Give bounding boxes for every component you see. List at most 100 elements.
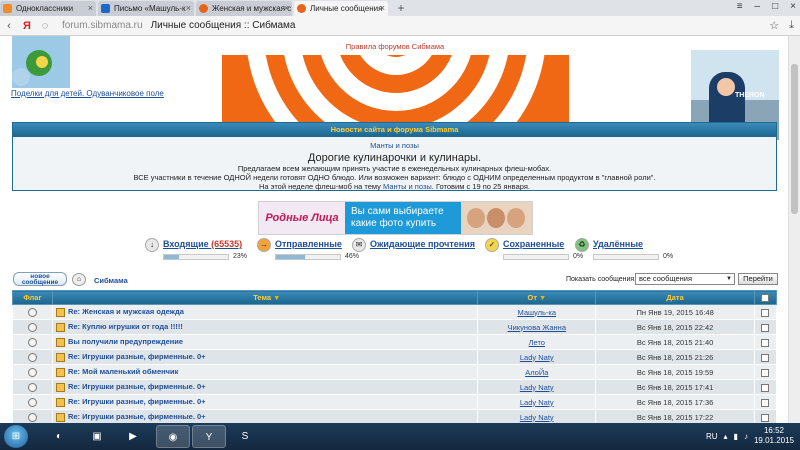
download-icon[interactable]: ⤓ — [789, 19, 794, 32]
url-field[interactable]: forum.sibmama.ru Личные сообщения :: Сиб… — [62, 20, 295, 31]
minimize-icon[interactable]: – — [755, 1, 761, 12]
sender-link[interactable]: Машуль-ка — [518, 308, 557, 317]
maximize-icon[interactable]: □ — [772, 1, 778, 12]
message-status-icon — [27, 382, 37, 392]
sender-link[interactable]: Lady Naty — [520, 413, 554, 422]
message-subject-link[interactable]: Re: Женская и мужская одежда — [68, 307, 184, 316]
message-checkbox[interactable] — [761, 398, 770, 407]
sender-link[interactable]: Lady Naty — [520, 398, 554, 407]
folder-usage-bar — [503, 254, 569, 260]
clock[interactable]: 16:52 19.01.2015 — [754, 426, 794, 446]
breadcrumb[interactable]: Сибмама — [94, 276, 128, 285]
sender-link[interactable]: Лето — [529, 338, 545, 347]
bookmark-icon[interactable]: ☆ — [769, 19, 779, 32]
news-topic-link[interactable]: Манты и позы — [383, 182, 432, 191]
folder-deleted-label[interactable]: Удалённые — [593, 239, 643, 249]
table-row[interactable]: Re: Женская и мужская одежда Машуль-ка Пн … — [12, 304, 778, 320]
ad-crafts-caption[interactable]: Поделки для детей. Одуванчиковое поле — [11, 89, 164, 98]
column-header-subject[interactable]: Тема ▼ — [51, 290, 479, 305]
ad-image-crafts[interactable] — [12, 36, 70, 88]
reply-icon — [55, 322, 65, 332]
table-row[interactable]: Вы получили предупреждение Лето Вс Янв 18,… — [12, 334, 778, 350]
table-row[interactable]: Re: Куплю игрушки от года !!!!! Чикунова … — [12, 319, 778, 335]
browser-tab-clothes[interactable]: Женская и мужская с × — [196, 1, 292, 16]
select-all-checkbox[interactable] — [761, 294, 770, 302]
news-text: На этой неделе флеш-моб на тему Манты и … — [13, 182, 776, 191]
forum-rules-link[interactable]: Правила форумов Сибмама — [340, 42, 450, 51]
browser-tab-mail[interactable]: Письмо «Машуль-к × — [98, 1, 194, 16]
skype-icon[interactable]: S — [228, 425, 262, 448]
new-tab-button[interactable]: + — [394, 2, 408, 16]
message-subject-link[interactable]: Re: Игрушки разные, фирменные. 0+ — [68, 397, 206, 406]
chrome-icon[interactable]: ◉ — [156, 425, 190, 448]
sender-link[interactable]: Чикунова Жанна — [508, 323, 566, 332]
sibmama-icon — [199, 4, 208, 13]
filter-icon[interactable]: ▼ — [273, 295, 280, 302]
video-player-icon[interactable]: ▶ — [116, 425, 150, 448]
language-indicator[interactable]: RU — [706, 432, 718, 441]
sender-link[interactable]: Lady Naty — [520, 353, 554, 362]
column-header-select-all[interactable] — [753, 290, 778, 305]
paint-icon[interactable]: ▣ — [80, 425, 114, 448]
close-tab-icon[interactable]: × — [284, 1, 289, 16]
browser-tab-odnoklassniki[interactable]: Одноклассники × — [0, 1, 96, 16]
message-subject-link[interactable]: Re: Мой маленький обменчик — [68, 367, 178, 376]
close-tab-icon[interactable]: × — [380, 1, 385, 16]
message-checkbox[interactable] — [761, 353, 770, 362]
volume-icon[interactable]: ♪ — [744, 432, 748, 441]
photo-ad-faces — [461, 202, 532, 234]
tray-arrow-icon[interactable]: ▴ — [724, 432, 728, 441]
back-icon[interactable]: ‹ — [0, 20, 18, 32]
network-icon[interactable]: ▮ — [734, 432, 738, 441]
yandex-logo-icon[interactable]: Я — [18, 20, 36, 32]
message-subject-link[interactable]: Re: Куплю игрушки от года !!!!! — [68, 322, 183, 331]
table-row[interactable]: Re: Игрушки разные, фирменные. 0+ Lady Na… — [12, 409, 778, 423]
subject-cell: Вы получили предупреждение — [52, 334, 479, 350]
message-checkbox[interactable] — [761, 338, 770, 347]
yandex-browser-icon[interactable]: Y — [192, 425, 226, 448]
news-link[interactable]: Манты и позы — [13, 141, 776, 150]
close-tab-icon[interactable]: × — [186, 1, 191, 16]
page-scrollbar[interactable] — [788, 36, 800, 423]
message-subject-link[interactable]: Re: Игрушки разные, фирменные. 0+ — [68, 382, 206, 391]
media-player-icon[interactable]: ◐ — [42, 425, 76, 448]
message-checkbox[interactable] — [761, 323, 770, 332]
close-window-icon[interactable]: × — [790, 1, 796, 12]
message-checkbox[interactable] — [761, 383, 770, 392]
close-tab-icon[interactable]: × — [88, 1, 93, 16]
message-checkbox[interactable] — [761, 368, 770, 377]
ad-shape — [12, 68, 30, 86]
start-button[interactable]: ⊞ — [4, 425, 28, 448]
filter-icon[interactable]: ▼ — [539, 295, 546, 302]
column-header-date[interactable]: Дата — [595, 290, 755, 305]
browser-tab-messages[interactable]: Личные сообщения × — [294, 1, 388, 16]
column-header-from[interactable]: От ▼ — [477, 290, 597, 305]
folder-saved-label[interactable]: Сохраненные — [503, 239, 564, 249]
folder-inbox-label[interactable]: Входящие (65535) — [163, 239, 242, 249]
photo-ad-banner[interactable]: Родные Лица Вы сами выбираете какие фото… — [258, 201, 533, 235]
folder-outbox-label[interactable]: Ожидающие прочтения — [370, 239, 475, 249]
sender-link[interactable]: Lady Naty — [520, 383, 554, 392]
table-row[interactable]: Re: Игрушки разные, фирменные. 0+ Lady Na… — [12, 349, 778, 365]
folder-sent-label[interactable]: Отправленные — [275, 239, 342, 249]
flag-cell — [12, 304, 53, 320]
new-message-button[interactable]: новое сообщение — [13, 272, 67, 286]
message-subject-link[interactable]: Re: Игрушки разные, фирменные. 0+ — [68, 412, 206, 421]
sender-link[interactable]: АлоЙа — [525, 368, 548, 377]
window-controls: ≡ – □ × — [737, 1, 796, 12]
home-icon[interactable]: ⌂ — [72, 273, 86, 286]
go-button[interactable]: Перейти — [738, 273, 778, 285]
folder-usage-bar — [163, 254, 229, 260]
message-subject-link[interactable]: Re: Игрушки разные, фирменные. 0+ — [68, 352, 206, 361]
show-messages-select[interactable]: все сообщения ▼ — [635, 273, 735, 285]
message-subject-link[interactable]: Вы получили предупреждение — [68, 337, 183, 346]
menu-icon[interactable]: ≡ — [737, 1, 743, 12]
table-row[interactable]: Re: Игрушки разные, фирменные. 0+ Lady Na… — [12, 379, 778, 395]
table-row[interactable]: Re: Игрушки разные, фирменные. 0+ Lady Na… — [12, 394, 778, 410]
scrollbar-thumb[interactable] — [791, 64, 798, 214]
message-checkbox[interactable] — [761, 413, 770, 422]
message-checkbox[interactable] — [761, 308, 770, 317]
table-row[interactable]: Re: Мой маленький обменчик АлоЙа Вс Янв 18… — [12, 364, 778, 380]
subject-cell: Re: Игрушки разные, фирменные. 0+ — [52, 409, 479, 423]
column-header-flag[interactable]: Флаг — [12, 290, 53, 305]
